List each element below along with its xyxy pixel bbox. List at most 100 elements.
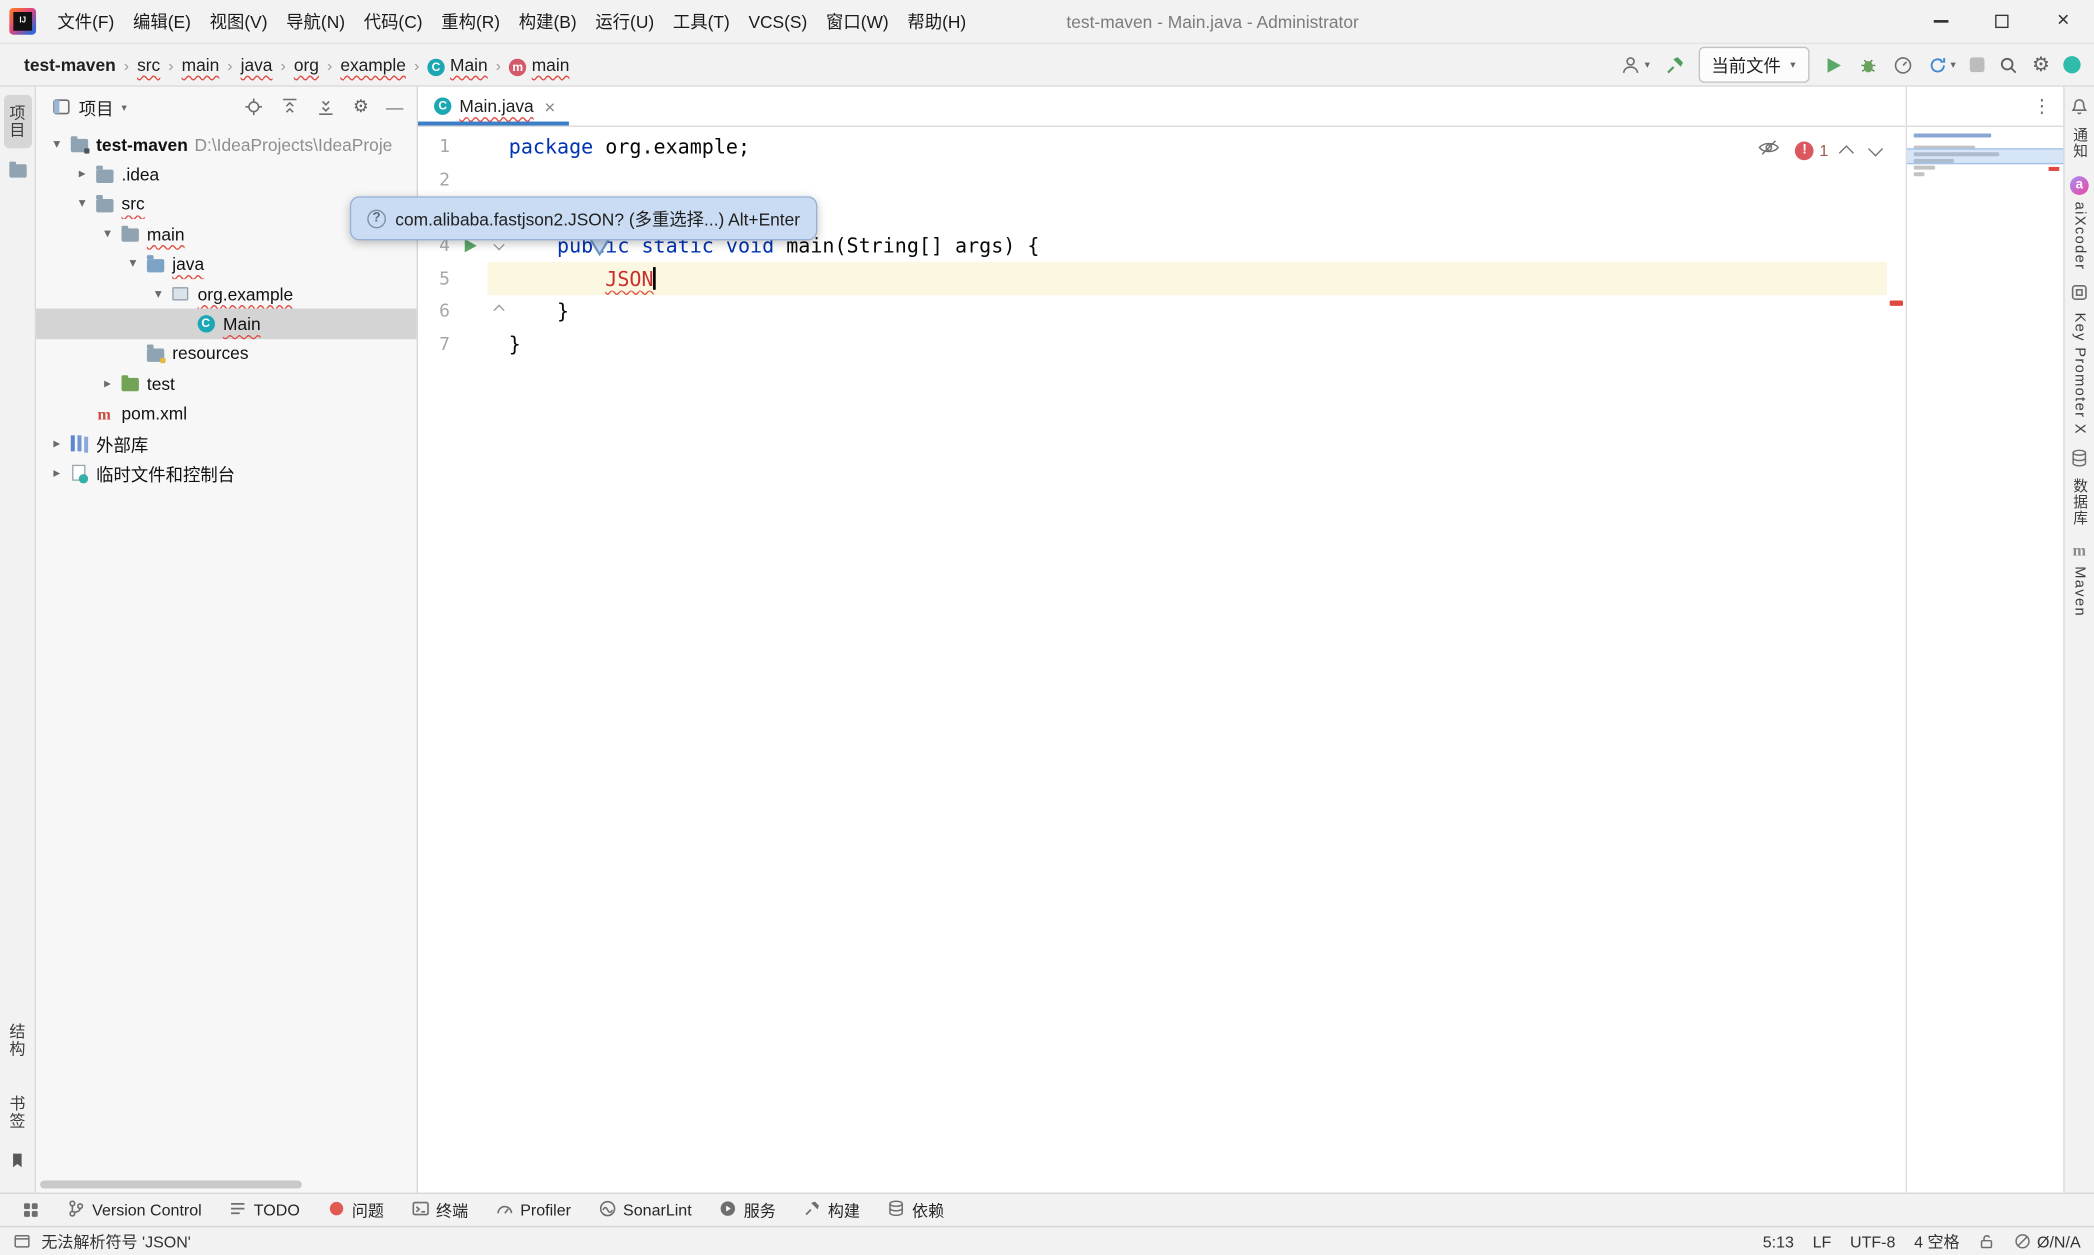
code-line[interactable]: 6 }	[418, 295, 1906, 328]
minimap-viewport[interactable]	[1907, 148, 2063, 164]
tree-item[interactable]: ▸ 外部库	[36, 429, 417, 459]
tool-window-button-todo[interactable]: TODO	[218, 1196, 311, 1224]
fold-marker-icon[interactable]	[493, 305, 504, 316]
tool-window-button-dependencies[interactable]: 依赖	[876, 1196, 955, 1224]
menu-item[interactable]: 窗口(W)	[817, 0, 898, 43]
stripe-button-structure[interactable]: 结构	[3, 1014, 31, 1067]
build-hammer-icon[interactable]	[1663, 54, 1684, 75]
chevron-right-icon[interactable]: ▸	[72, 167, 92, 182]
menu-item[interactable]: VCS(S)	[739, 0, 817, 43]
menu-item[interactable]: 视图(V)	[200, 0, 277, 43]
tool-window-button-sonarlint[interactable]: SonarLint	[587, 1196, 702, 1224]
breadcrumb-item[interactable]: org	[289, 53, 325, 76]
tree-item[interactable]: ▾ test-maven D:\IdeaProjects\IdeaProje	[36, 130, 417, 160]
chevron-down-icon[interactable]: ▾	[97, 227, 117, 242]
file-encoding[interactable]: UTF-8	[1850, 1232, 1895, 1251]
stripe-button-database[interactable]: 数据库	[2069, 449, 2090, 526]
import-suggestion-popup[interactable]: ? com.alibaba.fastjson2.JSON? (多重选择...) …	[350, 196, 818, 240]
previous-error-icon[interactable]	[1839, 145, 1854, 160]
menu-item[interactable]: 文件(F)	[48, 0, 124, 43]
run-configuration-select[interactable]: 当前文件▾	[1698, 47, 1809, 83]
breadcrumb-item[interactable]: java	[235, 53, 278, 76]
hide-panel-icon[interactable]: —	[386, 97, 403, 117]
panel-options-gear-icon[interactable]: ⚙	[353, 96, 369, 117]
plugin-status-icon[interactable]	[2063, 56, 2080, 73]
line-separator[interactable]: LF	[1813, 1232, 1832, 1251]
code-editor[interactable]: 1 package org.example; 2 3 4 public stat…	[418, 127, 1906, 1193]
run-button[interactable]	[1822, 54, 1843, 75]
close-tab-icon[interactable]: ×	[544, 95, 555, 116]
breadcrumb-item[interactable]: main	[176, 53, 224, 76]
profiler-button[interactable]	[1892, 54, 1913, 75]
breadcrumb-item[interactable]: test-maven	[19, 53, 121, 76]
breadcrumb-item[interactable]: src	[132, 53, 166, 76]
chevron-down-icon[interactable]: ▾	[148, 287, 168, 302]
menu-item[interactable]: 导航(N)	[277, 0, 355, 43]
chevron-down-icon[interactable]: ▾	[122, 101, 127, 113]
tree-item[interactable]: m pom.xml	[36, 399, 417, 429]
chevron-down-icon[interactable]: ▾	[123, 257, 143, 272]
tree-item[interactable]: ▸ 临时文件和控制台	[36, 458, 417, 488]
chevron-right-icon[interactable]: ▸	[97, 376, 117, 391]
menu-item[interactable]: 运行(U)	[586, 0, 664, 43]
locate-file-icon[interactable]	[245, 97, 264, 116]
tool-window-switcher-icon[interactable]	[11, 1198, 51, 1222]
project-horizontal-scrollbar[interactable]	[40, 1181, 302, 1189]
minimap-preview[interactable]	[1907, 127, 2063, 1193]
close-button[interactable]: ×	[2033, 0, 2094, 43]
tree-item[interactable]: resources	[36, 339, 417, 369]
stripe-button-maven[interactable]: m Maven	[2071, 540, 2087, 617]
tool-window-button-branch[interactable]: Version Control	[56, 1196, 212, 1224]
tool-window-button-profiler[interactable]: Profiler	[484, 1196, 582, 1224]
maximize-button[interactable]	[1971, 0, 2032, 43]
folder-icon[interactable]	[7, 159, 28, 180]
tab-options-icon[interactable]: ⋮	[1907, 87, 2063, 127]
tree-item[interactable]: ▸ test	[36, 369, 417, 399]
tree-item[interactable]: C Main	[36, 309, 417, 339]
run-with-coverage-button[interactable]: ▾	[1926, 54, 1955, 75]
menu-item[interactable]: 编辑(E)	[124, 0, 201, 43]
unlock-icon[interactable]	[1978, 1233, 1995, 1250]
code-line[interactable]: 5 JSON	[418, 262, 1906, 295]
menu-item[interactable]: 帮助(H)	[898, 0, 976, 43]
tree-item[interactable]: ▾ org.example	[36, 279, 417, 309]
tool-window-button-services[interactable]: 服务	[708, 1196, 787, 1224]
chevron-right-icon[interactable]: ▸	[47, 436, 67, 451]
stripe-button-keyboard[interactable]: Key Promoter X	[2070, 284, 2089, 436]
user-icon[interactable]: ▾	[1621, 54, 1650, 75]
fold-marker-icon[interactable]	[493, 239, 504, 250]
code-line[interactable]: 2	[418, 164, 1906, 197]
project-panel-title[interactable]: 项目	[79, 94, 114, 119]
minimize-button[interactable]	[1910, 0, 1971, 43]
tab-main-java[interactable]: C Main.java ×	[418, 87, 569, 126]
tool-window-button-terminal[interactable]: 终端	[400, 1196, 479, 1224]
tree-item[interactable]: ▸ .idea	[36, 159, 417, 189]
breadcrumb-item[interactable]: CMain	[422, 53, 493, 77]
bookmark-icon[interactable]	[7, 1150, 28, 1171]
stop-button[interactable]	[1969, 57, 1984, 72]
menu-item[interactable]: 代码(C)	[354, 0, 432, 43]
stripe-button-aixcoder[interactable]: a aiXcoder	[2070, 172, 2089, 270]
tool-window-button-build[interactable]: 构建	[792, 1196, 871, 1224]
caret-position[interactable]: 5:13	[1763, 1232, 1794, 1251]
indent-setting[interactable]: 4 空格	[1914, 1230, 1959, 1253]
error-count-badge[interactable]: ! 1	[1795, 141, 1828, 160]
stripe-button-bell[interactable]: 通知	[2069, 97, 2090, 158]
debug-button[interactable]	[1857, 54, 1878, 75]
settings-gear-icon[interactable]: ⚙	[2032, 54, 2050, 75]
breadcrumb-item[interactable]: mmain	[504, 53, 575, 77]
highlighting-level-icon[interactable]	[1758, 139, 1781, 162]
expand-all-icon[interactable]	[281, 97, 300, 116]
chevron-right-icon[interactable]: ▸	[47, 466, 67, 481]
breadcrumb-item[interactable]: example	[335, 53, 411, 76]
collapse-all-icon[interactable]	[317, 97, 336, 116]
stripe-button-bookmarks[interactable]: 书签	[3, 1086, 31, 1139]
memory-indicator[interactable]: Ø/N/A	[2014, 1232, 2080, 1251]
stripe-button-project[interactable]: 项目	[3, 95, 31, 148]
code-line[interactable]: 7 }	[418, 328, 1906, 361]
tool-window-button-problems[interactable]: 问题	[316, 1196, 395, 1224]
chevron-down-icon[interactable]: ▾	[47, 137, 67, 152]
search-everywhere-icon[interactable]	[1997, 54, 2018, 75]
chevron-down-icon[interactable]: ▾	[72, 197, 92, 212]
code-line[interactable]: 1 package org.example;	[418, 131, 1906, 164]
